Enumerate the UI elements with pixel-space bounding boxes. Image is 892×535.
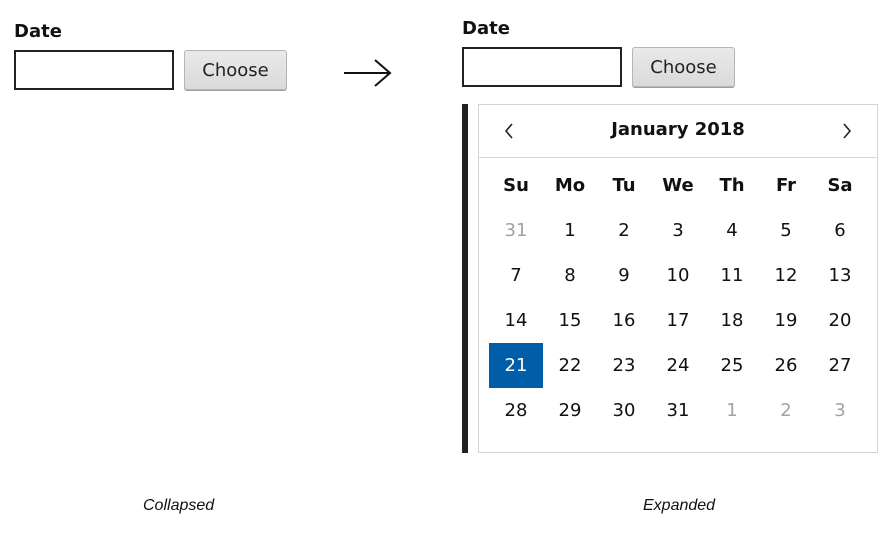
calendar-day[interactable]: 3: [651, 208, 705, 253]
calendar-month-title: January 2018: [611, 119, 745, 140]
calendar-day[interactable]: 16: [597, 298, 651, 343]
calendar-day[interactable]: 11: [705, 253, 759, 298]
calendar-day[interactable]: 13: [813, 253, 867, 298]
weekday-label: Sa: [827, 175, 853, 196]
calendar-week-row: 21 22 23 24 25 26 27: [489, 343, 867, 388]
calendar-popup: January 2018 Su Mo Tu We Th Fr Sa 31 1 2 3 4…: [478, 104, 878, 453]
calendar-day[interactable]: 6: [813, 208, 867, 253]
calendar-day[interactable]: 31: [651, 388, 705, 433]
calendar-day[interactable]: 7: [489, 253, 543, 298]
expanded-date-input[interactable]: [462, 47, 622, 87]
calendar-day[interactable]: 1: [543, 208, 597, 253]
expanded-choose-button[interactable]: Choose: [632, 47, 735, 87]
calendar-day[interactable]: 10: [651, 253, 705, 298]
calendar-focus-bar: [462, 104, 468, 453]
weekday-label: We: [662, 175, 694, 196]
weekday-label: Su: [503, 175, 529, 196]
calendar-day[interactable]: 8: [543, 253, 597, 298]
collapsed-choose-button[interactable]: Choose: [184, 50, 287, 90]
calendar-day-selected[interactable]: 21: [489, 343, 543, 388]
weekday-label: Fr: [775, 175, 797, 196]
calendar-day-outside-month[interactable]: 1: [705, 388, 759, 433]
calendar-day[interactable]: 25: [705, 343, 759, 388]
calendar-day[interactable]: 28: [489, 388, 543, 433]
calendar-day-outside-month[interactable]: 3: [813, 388, 867, 433]
calendar-day[interactable]: 24: [651, 343, 705, 388]
calendar-day[interactable]: 29: [543, 388, 597, 433]
arrow-right-icon: [344, 59, 392, 87]
calendar-week-row: 28 29 30 31 1 2 3: [489, 388, 867, 433]
collapsed-date-input[interactable]: [14, 50, 174, 90]
expanded-caption: Expanded: [643, 497, 716, 514]
calendar-weeks: 31 1 2 3 4 5 6 7 8 9 10 11 12 13 14 15 16 17 18 19 20 21 22 23 2…: [489, 208, 867, 433]
calendar-day-outside-month[interactable]: 31: [489, 208, 543, 253]
calendar-day[interactable]: 23: [597, 343, 651, 388]
calendar-grid: Su Mo Tu We Th Fr Sa 31 1 2 3 4 5 6 7 8 9 10 11 12 13…: [489, 163, 867, 433]
calendar-day-outside-month[interactable]: 2: [759, 388, 813, 433]
calendar-day[interactable]: 27: [813, 343, 867, 388]
collapsed-caption: Collapsed: [143, 497, 215, 514]
weekday-header-row: Su Mo Tu We Th Fr Sa: [489, 163, 867, 208]
calendar-day[interactable]: 9: [597, 253, 651, 298]
weekday-label: Mo: [554, 175, 586, 196]
calendar-day[interactable]: 14: [489, 298, 543, 343]
calendar-day[interactable]: 19: [759, 298, 813, 343]
calendar-day[interactable]: 2: [597, 208, 651, 253]
collapsed-date-label: Date: [14, 21, 62, 42]
calendar-day[interactable]: 20: [813, 298, 867, 343]
calendar-day[interactable]: 22: [543, 343, 597, 388]
calendar-header: January 2018: [479, 105, 877, 158]
calendar-day[interactable]: 5: [759, 208, 813, 253]
expanded-date-label: Date: [462, 18, 510, 39]
calendar-day[interactable]: 30: [597, 388, 651, 433]
next-month-button[interactable]: [835, 119, 859, 143]
calendar-day[interactable]: 12: [759, 253, 813, 298]
calendar-day[interactable]: 26: [759, 343, 813, 388]
calendar-day[interactable]: 18: [705, 298, 759, 343]
calendar-week-row: 31 1 2 3 4 5 6: [489, 208, 867, 253]
calendar-week-row: 7 8 9 10 11 12 13: [489, 253, 867, 298]
weekday-label: Th: [719, 175, 745, 196]
calendar-week-row: 14 15 16 17 18 19 20: [489, 298, 867, 343]
chevron-right-icon: [843, 123, 852, 139]
calendar-day[interactable]: 15: [543, 298, 597, 343]
calendar-day[interactable]: 4: [705, 208, 759, 253]
weekday-label: Tu: [612, 175, 636, 196]
calendar-day[interactable]: 17: [651, 298, 705, 343]
